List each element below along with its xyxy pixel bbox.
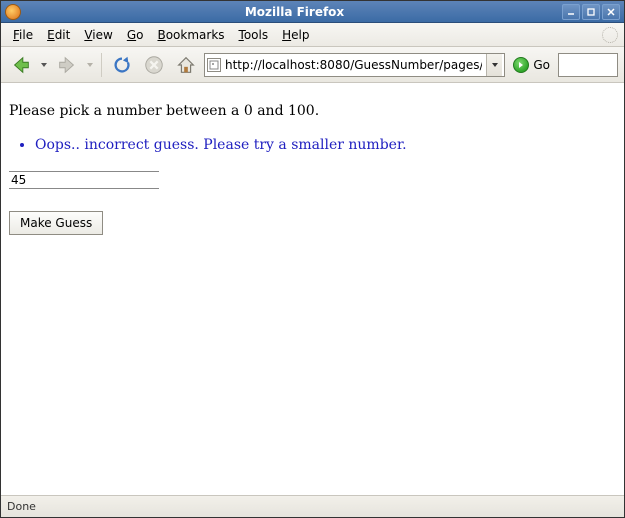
message-list: Oops.. incorrect guess. Please try a sma…	[35, 137, 616, 153]
stop-button	[140, 51, 168, 79]
prompt-text: Please pick a number between a 0 and 100…	[9, 103, 616, 119]
menu-view[interactable]: View	[78, 25, 118, 45]
menu-edit[interactable]: Edit	[41, 25, 76, 45]
page-content: Please pick a number between a 0 and 100…	[1, 83, 624, 495]
window-title: Mozilla Firefox	[27, 5, 562, 19]
menubar: File Edit View Go Bookmarks Tools Help	[1, 23, 624, 47]
maximize-button[interactable]	[582, 4, 600, 20]
page-favicon-icon	[207, 58, 221, 72]
window-titlebar: Mozilla Firefox	[1, 1, 624, 23]
menu-tools[interactable]: Tools	[233, 25, 275, 45]
guess-input[interactable]	[9, 171, 159, 189]
back-history-dropdown[interactable]	[39, 51, 49, 79]
activity-throbber-icon	[602, 27, 618, 43]
navigation-toolbar: Go	[1, 47, 624, 83]
url-input[interactable]	[225, 58, 482, 72]
menu-help[interactable]: Help	[276, 25, 315, 45]
back-button[interactable]	[7, 51, 35, 79]
minimize-button[interactable]	[562, 4, 580, 20]
search-box[interactable]	[558, 53, 618, 77]
statusbar: Done	[1, 495, 624, 517]
reload-button[interactable]	[108, 51, 136, 79]
make-guess-button[interactable]: Make Guess	[9, 211, 103, 235]
forward-button	[53, 51, 81, 79]
close-button[interactable]	[602, 4, 620, 20]
url-bar[interactable]	[204, 53, 505, 77]
toolbar-separator	[101, 53, 102, 77]
go-button[interactable]: Go	[509, 53, 554, 77]
feedback-message: Oops.. incorrect guess. Please try a sma…	[35, 137, 616, 153]
menu-bookmarks[interactable]: Bookmarks	[151, 25, 230, 45]
forward-history-dropdown[interactable]	[85, 51, 95, 79]
firefox-icon	[5, 4, 21, 20]
url-history-dropdown[interactable]	[486, 54, 502, 76]
go-label: Go	[533, 58, 550, 72]
status-text: Done	[7, 500, 36, 513]
home-button[interactable]	[172, 51, 200, 79]
menu-file[interactable]: File	[7, 25, 39, 45]
go-icon	[513, 57, 529, 73]
menu-go[interactable]: Go	[121, 25, 150, 45]
